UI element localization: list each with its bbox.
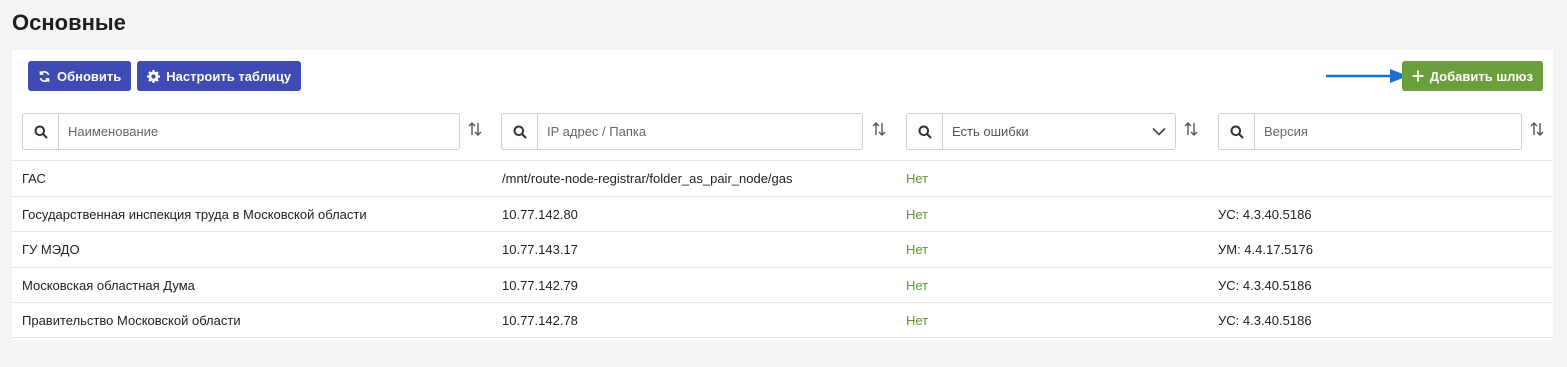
table-row[interactable]: Правительство Московской области 10.77.1… xyxy=(12,302,1553,338)
search-icon[interactable] xyxy=(22,113,58,150)
version-filter-input[interactable] xyxy=(1254,113,1522,150)
errors-cell: Нет xyxy=(906,242,929,257)
name-cell: ГУ МЭДО xyxy=(22,242,80,257)
errors-cell: Нет xyxy=(906,313,929,328)
ip-cell: 10.77.143.17 xyxy=(502,242,578,257)
toolbar: Обновить Настроить таблицу xyxy=(28,61,302,91)
gateways-panel: Обновить Настроить таблицу Добавить шлюз xyxy=(12,50,1553,340)
version-cell: УМ: 4.4.17.5176 xyxy=(1218,242,1313,257)
table-row[interactable]: Государственная инспекция труда в Москов… xyxy=(12,195,1553,232)
page-title: Основные xyxy=(12,10,126,35)
name-cell: Правительство Московской области xyxy=(22,313,241,328)
name-cell: Московская областная Дума xyxy=(22,277,195,293)
refresh-button-label: Обновить xyxy=(57,68,122,84)
arrow-right-icon xyxy=(1326,67,1410,90)
errors-filter: Есть ошибки xyxy=(906,113,1176,150)
name-cell: Государственная инспекция труда в Москов… xyxy=(22,206,367,222)
ip-cell: 10.77.142.80 xyxy=(502,206,578,222)
filter-row: Есть ошибки xyxy=(22,113,1553,151)
version-filter xyxy=(1218,113,1522,150)
add-gateway-button-label: Добавить шлюз xyxy=(1429,68,1533,84)
ip-cell: 10.77.142.78 xyxy=(502,313,578,328)
name-cell: ГАС xyxy=(22,171,46,186)
errors-filter-select[interactable]: Есть ошибки xyxy=(942,113,1176,150)
sort-icon[interactable] xyxy=(871,121,887,142)
plus-icon xyxy=(1412,70,1424,82)
search-icon[interactable] xyxy=(906,113,942,150)
search-icon[interactable] xyxy=(501,113,537,150)
table-row[interactable]: ГАС /mnt/route-node-registrar/folder_as_… xyxy=(12,160,1553,196)
errors-cell: Нет xyxy=(906,171,929,186)
sort-icon[interactable] xyxy=(467,121,483,142)
configure-table-button-label: Настроить таблицу xyxy=(166,68,292,84)
chevron-down-icon xyxy=(1152,124,1166,139)
ip-filter xyxy=(501,113,863,150)
gear-icon xyxy=(147,69,161,83)
version-cell: УС: 4.3.40.5186 xyxy=(1218,277,1312,293)
sort-icon[interactable] xyxy=(1183,121,1199,142)
name-filter xyxy=(22,113,460,150)
ip-cell: /mnt/route-node-registrar/folder_as_pair… xyxy=(502,171,793,186)
gateways-table: ГАС /mnt/route-node-registrar/folder_as_… xyxy=(12,160,1553,338)
sort-icon[interactable] xyxy=(1529,121,1545,142)
refresh-icon xyxy=(38,70,51,83)
errors-cell: Нет xyxy=(906,277,929,293)
configure-table-button[interactable]: Настроить таблицу xyxy=(137,61,302,91)
table-row[interactable]: Московская областная Дума 10.77.142.79 Н… xyxy=(12,266,1553,303)
errors-filter-value: Есть ошибки xyxy=(952,124,1029,139)
name-filter-input[interactable] xyxy=(58,113,460,150)
add-gateway-button[interactable]: Добавить шлюз xyxy=(1401,61,1543,91)
search-icon[interactable] xyxy=(1218,113,1254,150)
version-cell: УС: 4.3.40.5186 xyxy=(1218,206,1312,222)
version-cell: УС: 4.3.40.5186 xyxy=(1218,313,1312,328)
refresh-button[interactable]: Обновить xyxy=(28,61,132,91)
ip-filter-input[interactable] xyxy=(537,113,863,150)
errors-cell: Нет xyxy=(906,206,929,222)
ip-cell: 10.77.142.79 xyxy=(502,277,578,293)
table-row[interactable]: ГУ МЭДО 10.77.143.17 Нет УМ: 4.4.17.5176 xyxy=(12,231,1553,267)
